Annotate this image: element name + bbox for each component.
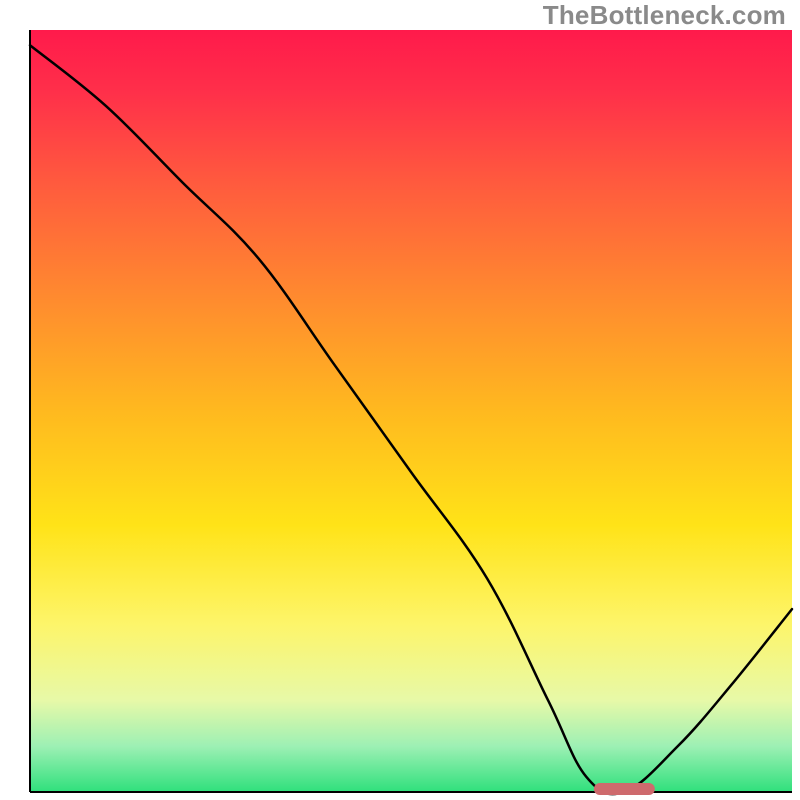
chart-container: TheBottleneck.com	[0, 0, 800, 800]
bottleneck-chart	[0, 0, 800, 800]
sweet-spot-marker	[594, 783, 655, 795]
